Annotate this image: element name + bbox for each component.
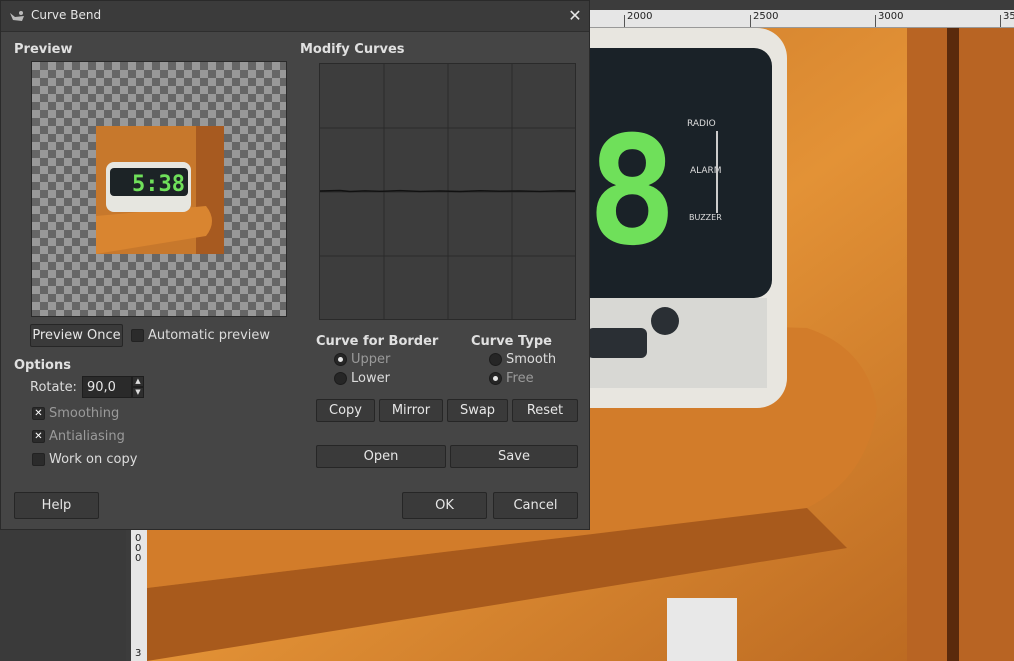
type-smooth-radio[interactable] xyxy=(489,353,502,366)
antialiasing-label: Antialiasing xyxy=(49,429,125,444)
modify-curves-section-title: Modify Curves xyxy=(300,42,405,57)
automatic-preview-checkbox[interactable] xyxy=(131,329,144,342)
type-free-label: Free xyxy=(506,371,534,386)
ruler-tick-label: 0 xyxy=(135,553,142,564)
curve-line xyxy=(319,189,576,193)
spin-down-icon[interactable]: ▼ xyxy=(132,387,144,398)
ruler-tick xyxy=(875,15,876,27)
swap-button[interactable]: Swap xyxy=(447,399,508,422)
ok-button[interactable]: OK xyxy=(402,492,487,519)
ruler-tick-label: 35 xyxy=(1003,11,1014,22)
preview-thumbnail: 5:38 xyxy=(96,126,224,254)
smoothing-checkbox[interactable]: ✕ xyxy=(32,407,45,420)
vertical-ruler[interactable]: 0 0 0 3 xyxy=(131,530,148,661)
title-bar[interactable]: Curve Bend ✕ xyxy=(1,1,589,32)
open-button[interactable]: Open xyxy=(316,445,446,468)
ruler-tick xyxy=(624,15,625,27)
reset-button[interactable]: Reset xyxy=(512,399,578,422)
preview-clock-digits: 5:38 xyxy=(132,172,185,197)
spin-up-icon[interactable]: ▲ xyxy=(132,376,144,387)
rotate-label: Rotate: xyxy=(30,380,77,395)
clock-label: BUZZER xyxy=(689,213,722,222)
curve-bend-dialog: Curve Bend ✕ Preview 5:38 Preview Once A… xyxy=(0,0,590,530)
window-title: Curve Bend xyxy=(31,8,102,22)
automatic-preview-label: Automatic preview xyxy=(148,328,271,343)
border-lower-label: Lower xyxy=(351,371,390,386)
curve-editor[interactable] xyxy=(319,63,576,320)
curve-for-border-title: Curve for Border xyxy=(316,334,439,349)
ruler-tick xyxy=(750,15,751,27)
left-dock-panel xyxy=(0,530,126,661)
horizontal-ruler[interactable]: 2000 2500 3000 35 xyxy=(590,10,1014,28)
save-button[interactable]: Save xyxy=(450,445,578,468)
ruler-tick xyxy=(1000,15,1001,27)
clock-digit: 8 xyxy=(587,105,677,279)
antialiasing-checkbox[interactable]: ✕ xyxy=(32,430,45,443)
work-on-copy-label: Work on copy xyxy=(49,452,138,467)
preview-once-button[interactable]: Preview Once xyxy=(30,324,123,347)
border-upper-label: Upper xyxy=(351,352,391,367)
work-on-copy-checkbox[interactable] xyxy=(32,453,45,466)
border-lower-radio[interactable] xyxy=(334,372,347,385)
preview-section-title: Preview xyxy=(14,42,73,57)
gimp-app-icon xyxy=(9,8,25,24)
ruler-tick-label: 2000 xyxy=(627,11,653,22)
preview-area: 5:38 xyxy=(31,61,287,317)
options-section-title: Options xyxy=(14,358,71,373)
type-smooth-label: Smooth xyxy=(506,352,557,367)
ruler-tick-label: 2500 xyxy=(753,11,779,22)
clock-label: RADIO xyxy=(687,119,716,129)
mirror-button[interactable]: Mirror xyxy=(379,399,443,422)
curve-type-title: Curve Type xyxy=(471,334,552,349)
ruler-tick-label: 3 xyxy=(135,648,142,659)
type-free-radio[interactable] xyxy=(489,372,502,385)
border-upper-radio[interactable] xyxy=(334,353,347,366)
cancel-button[interactable]: Cancel xyxy=(493,492,578,519)
rotate-input[interactable] xyxy=(82,376,132,398)
close-icon[interactable]: ✕ xyxy=(565,6,585,26)
copy-button[interactable]: Copy xyxy=(316,399,375,422)
smoothing-label: Smoothing xyxy=(49,406,120,421)
help-button[interactable]: Help xyxy=(14,492,99,519)
ruler-tick-label: 3000 xyxy=(878,11,904,22)
